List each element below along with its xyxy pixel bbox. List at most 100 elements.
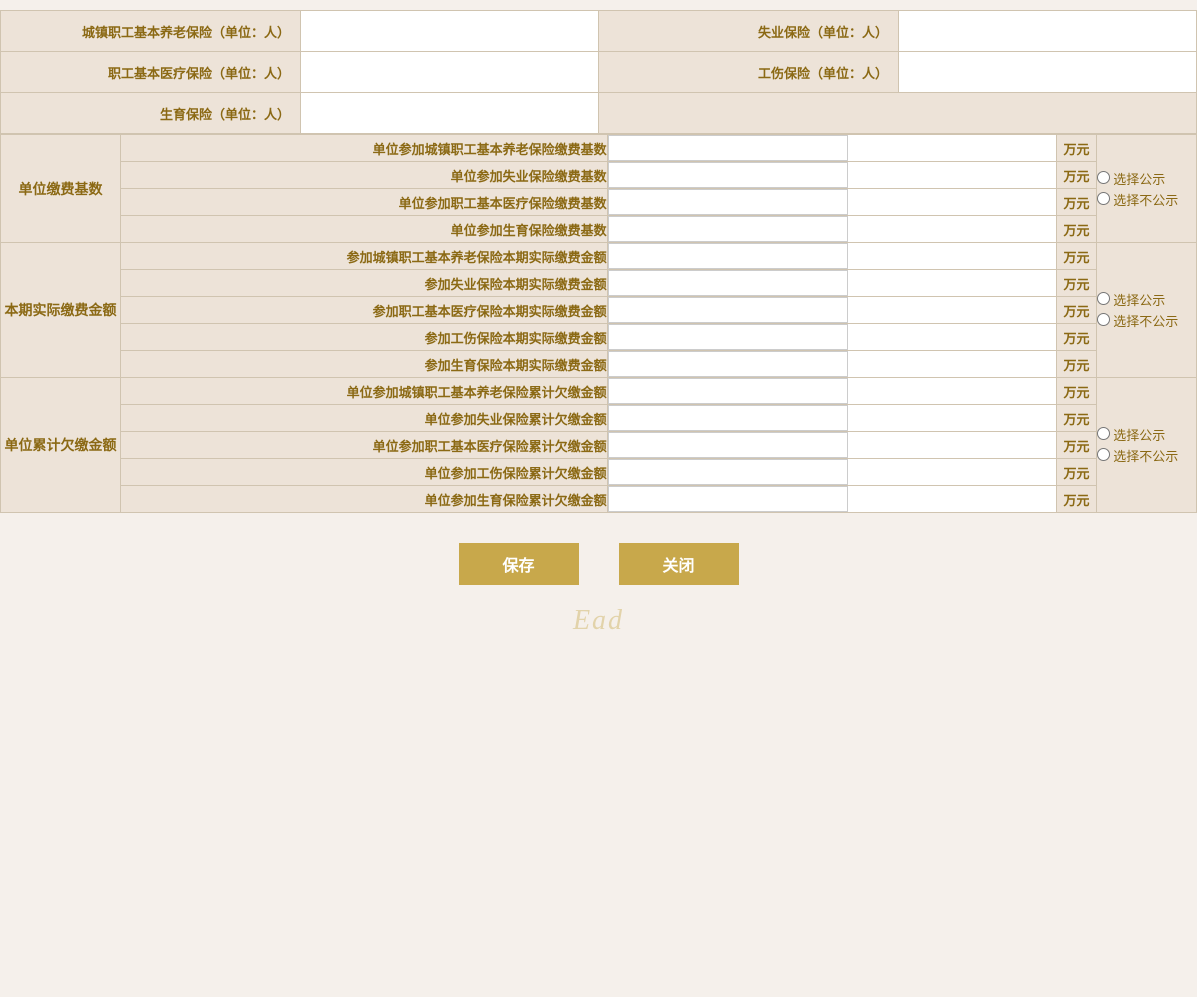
label-unemployment: 失业保险（单位：人） [599,11,899,52]
row-label-s1r1: 单位参加城镇职工基本养老保险缴费基数 [121,135,608,162]
input-cell-injury [899,52,1197,93]
radio-section2: 选择公示 选择不公示 [1097,243,1197,378]
empty-cell [599,93,1197,134]
unit-s3r4: 万元 [1057,459,1097,486]
main-container: 城镇职工基本养老保险（单位：人） 失业保险（单位：人） 职工基本医疗保险（单位：… [0,0,1197,677]
label-pension-basic: 城镇职工基本养老保险（单位：人） [1,11,301,52]
input-s3r1[interactable] [608,378,848,404]
section2-row3: 参加职工基本医疗保险本期实际缴费金额 万元 [1,297,1197,324]
section1-row1: 单位缴费基数 单位参加城镇职工基本养老保险缴费基数 万元 选择公示 选择不公示 [1,135,1197,162]
input-s3r3[interactable] [608,432,848,458]
header-row-2: 职工基本医疗保险（单位：人） 工伤保险（单位：人） [1,52,1197,93]
section3-row4: 单位参加工伤保险累计欠缴金额 万元 [1,459,1197,486]
radio-s1-show-input[interactable] [1097,171,1110,184]
row-label-s3r1: 单位参加城镇职工基本养老保险累计欠缴金额 [121,378,608,405]
unit-s3r2: 万元 [1057,405,1097,432]
row-label-s3r4: 单位参加工伤保险累计欠缴金额 [121,459,608,486]
section2-row2: 参加失业保险本期实际缴费金额 万元 [1,270,1197,297]
row-label-s2r3: 参加职工基本医疗保险本期实际缴费金额 [121,297,608,324]
radio-section1: 选择公示 选择不公示 [1097,135,1197,243]
label-maternity: 生育保险（单位：人） [1,93,301,134]
label-medical-basic: 职工基本医疗保险（单位：人） [1,52,301,93]
row-label-s3r5: 单位参加生育保险累计欠缴金额 [121,486,608,513]
input-medical-basic[interactable] [311,59,588,85]
input-injury[interactable] [909,59,1186,85]
section2-row5: 参加生育保险本期实际缴费金额 万元 [1,351,1197,378]
input-cell-s2r4 [607,324,1056,351]
input-unemployment[interactable] [909,18,1186,44]
unit-s2r4: 万元 [1057,324,1097,351]
radio-s2-show-input[interactable] [1097,292,1110,305]
button-area: 保存 关闭 [0,543,1197,585]
radio-s1-hide[interactable]: 选择不公示 [1097,190,1196,209]
section2-row1: 本期实际缴费金额 参加城镇职工基本养老保险本期实际缴费金额 万元 选择公示 选择… [1,243,1197,270]
input-cell-s2r2 [607,270,1056,297]
row-label-s2r2: 参加失业保险本期实际缴费金额 [121,270,608,297]
input-cell-s2r1 [607,243,1056,270]
input-s3r2[interactable] [608,405,848,431]
input-s2r3[interactable] [608,297,848,323]
input-cell-s1r2 [607,162,1056,189]
section3-row5: 单位参加生育保险累计欠缴金额 万元 [1,486,1197,513]
input-s3r4[interactable] [608,459,848,485]
input-cell-s3r5 [607,486,1056,513]
unit-s1r2: 万元 [1057,162,1097,189]
label-injury: 工伤保险（单位：人） [599,52,899,93]
input-s2r5[interactable] [608,351,848,377]
radio-s2-hide[interactable]: 选择不公示 [1097,311,1196,330]
radio-s3-show-input[interactable] [1097,427,1110,440]
row-label-s2r1: 参加城镇职工基本养老保险本期实际缴费金额 [121,243,608,270]
input-cell-s3r2 [607,405,1056,432]
input-maternity[interactable] [311,100,588,126]
row-label-s3r2: 单位参加失业保险累计欠缴金额 [121,405,608,432]
input-s2r4[interactable] [608,324,848,350]
radio-s3-show[interactable]: 选择公示 [1097,425,1196,444]
section1-row2: 单位参加失业保险缴费基数 万元 [1,162,1197,189]
input-cell-s1r3 [607,189,1056,216]
close-button[interactable]: 关闭 [619,543,739,585]
input-s1r2[interactable] [608,162,848,188]
unit-s1r4: 万元 [1057,216,1097,243]
section-label-3: 单位累计欠缴金额 [1,378,121,513]
input-s1r1[interactable] [608,135,848,161]
radio-s3-hide[interactable]: 选择不公示 [1097,446,1196,465]
input-cell-s3r3 [607,432,1056,459]
unit-s3r3: 万元 [1057,432,1097,459]
radio-s2-hide-input[interactable] [1097,313,1110,326]
section3-row2: 单位参加失业保险累计欠缴金额 万元 [1,405,1197,432]
radio-s3-hide-input[interactable] [1097,448,1110,461]
input-s2r1[interactable] [608,243,848,269]
input-s3r5[interactable] [608,486,848,512]
header-row-3: 生育保险（单位：人） [1,93,1197,134]
row-label-s1r4: 单位参加生育保险缴费基数 [121,216,608,243]
section3-row1: 单位累计欠缴金额 单位参加城镇职工基本养老保险累计欠缴金额 万元 选择公示 选择… [1,378,1197,405]
input-s2r2[interactable] [608,270,848,296]
input-cell-s2r5 [607,351,1056,378]
unit-s3r1: 万元 [1057,378,1097,405]
section-label-2: 本期实际缴费金额 [1,243,121,378]
radio-s1-hide-input[interactable] [1097,192,1110,205]
input-cell-medical-basic [301,52,599,93]
radio-s2-show[interactable]: 选择公示 [1097,290,1196,309]
watermark-text: Ead [0,605,1197,637]
radio-s1-hide-label: 选择不公示 [1113,193,1178,208]
save-button[interactable]: 保存 [459,543,579,585]
input-cell-unemployment [899,11,1197,52]
section2-row4: 参加工伤保险本期实际缴费金额 万元 [1,324,1197,351]
input-cell-s2r3 [607,297,1056,324]
unit-s1r3: 万元 [1057,189,1097,216]
unit-s3r5: 万元 [1057,486,1097,513]
unit-s2r3: 万元 [1057,297,1097,324]
row-label-s3r3: 单位参加职工基本医疗保险累计欠缴金额 [121,432,608,459]
input-cell-s3r1 [607,378,1056,405]
input-s1r3[interactable] [608,189,848,215]
input-cell-s3r4 [607,459,1056,486]
row-label-s1r3: 单位参加职工基本医疗保险缴费基数 [121,189,608,216]
unit-s2r1: 万元 [1057,243,1097,270]
input-s1r4[interactable] [608,216,848,242]
radio-s1-show[interactable]: 选择公示 [1097,169,1196,188]
input-cell-pension-basic [301,11,599,52]
radio-section3: 选择公示 选择不公示 [1097,378,1197,513]
row-label-s2r5: 参加生育保险本期实际缴费金额 [121,351,608,378]
input-pension-basic[interactable] [311,18,588,44]
